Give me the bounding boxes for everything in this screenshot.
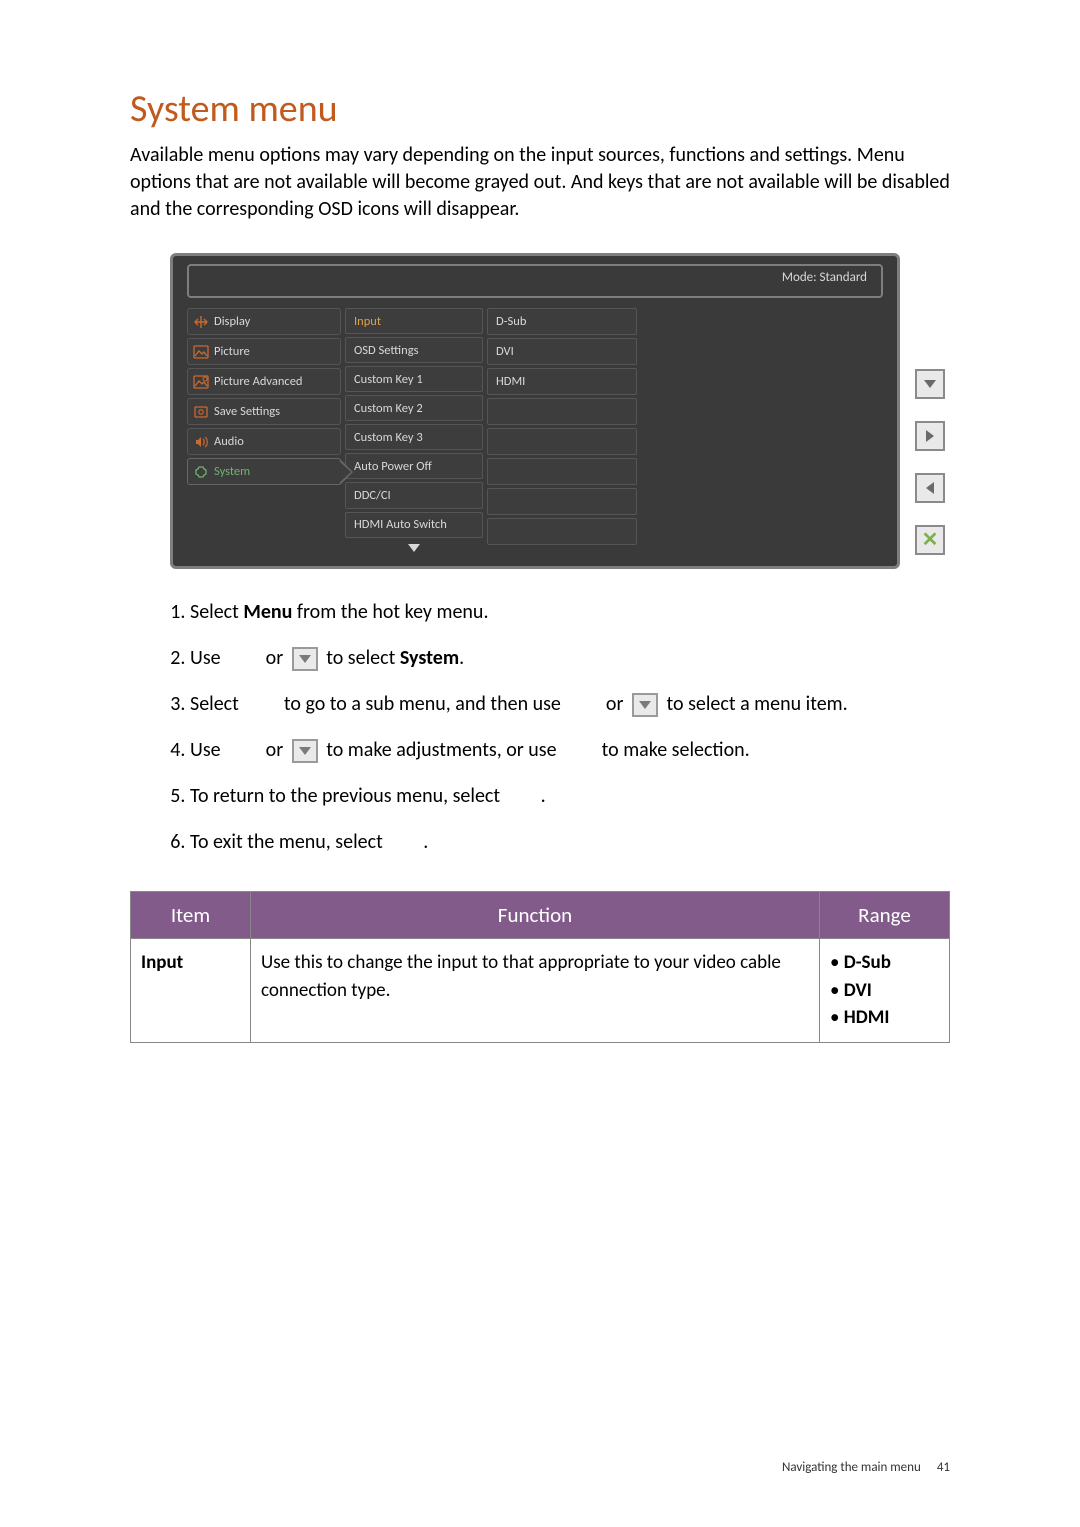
option-dvi[interactable]: DVI [487,338,637,365]
osd-side-buttons: ✕ [910,253,950,555]
tab-system[interactable]: System [187,458,341,485]
step-5: To return to the previous menu, select . [190,781,950,811]
th-item: Item [131,892,251,939]
step-6: To exit the menu, select . [190,827,950,857]
osd-options: D-Sub DVI HDMI . . . . . [487,308,637,556]
option-empty: . [487,398,637,425]
inline-down-icon [292,739,318,763]
intro-paragraph: Available menu options may vary dependin… [130,142,950,223]
spec-table: Item Function Range Input Use this to ch… [130,891,950,1043]
tab-label: Display [214,314,250,329]
page-footer: Navigating the main menu41 [782,1460,950,1475]
inline-down-icon [632,693,658,717]
nav-left-button[interactable] [915,473,945,503]
instruction-steps: Select Menu from the hot key menu. Use o… [190,597,950,857]
th-range: Range [820,892,950,939]
step-3: Select to go to a sub menu, and then use… [190,689,950,719]
system-icon [192,464,210,480]
picture-advanced-icon [192,374,210,390]
tab-audio[interactable]: Audio [187,428,341,455]
submenu-osd-settings[interactable]: OSD Settings [345,337,483,363]
osd-top-frame [187,264,883,298]
picture-icon [192,344,210,360]
submenu-ddc-ci[interactable]: DDC/CI [345,482,483,508]
option-empty: . [487,518,637,545]
save-settings-icon [192,404,210,420]
nav-right-button[interactable] [915,421,945,451]
cell-item: Input [131,939,251,1043]
nav-exit-button[interactable]: ✕ [915,525,945,555]
submenu-custom-key-3[interactable]: Custom Key 3 [345,424,483,450]
option-empty: . [487,428,637,455]
option-empty: . [487,488,637,515]
page-title: System menu [130,86,950,132]
submenu-custom-key-2[interactable]: Custom Key 2 [345,395,483,421]
audio-icon [192,434,210,450]
option-hdmi[interactable]: HDMI [487,368,637,395]
th-function: Function [251,892,820,939]
cell-function: Use this to change the input to that app… [251,939,820,1043]
display-icon [192,314,210,330]
submenu-auto-power-off[interactable]: Auto Power Off [345,453,483,479]
osd-submenu: Input OSD Settings Custom Key 1 Custom K… [345,308,483,556]
submenu-scroll-down-icon[interactable] [345,541,483,556]
nav-down-button[interactable] [915,369,945,399]
inline-down-icon [292,647,318,671]
tab-label: Picture [214,344,250,359]
option-d-sub[interactable]: D-Sub [487,308,637,335]
osd-preview-area [641,308,883,556]
tab-label: Save Settings [214,404,280,419]
tab-picture[interactable]: Picture [187,338,341,365]
table-row: Input Use this to change the input to th… [131,939,950,1043]
tab-display[interactable]: Display [187,308,341,335]
step-1: Select Menu from the hot key menu. [190,597,950,627]
tab-picture-advanced[interactable]: Picture Advanced [187,368,341,395]
step-4: Use or to make adjustments, or use to ma… [190,735,950,765]
osd-panel: Mode: Standard Display Picture [170,253,900,569]
osd-main-tabs: Display Picture Picture Advanced [187,308,341,556]
submenu-hdmi-auto-switch[interactable]: HDMI Auto Switch [345,512,483,538]
tab-label: Picture Advanced [214,374,303,389]
submenu-input[interactable]: Input [345,308,483,334]
step-2: Use or to select System. [190,643,950,673]
tab-label: System [214,464,250,479]
option-empty: . [487,458,637,485]
submenu-custom-key-1[interactable]: Custom Key 1 [345,366,483,392]
osd-mode-label: Mode: Standard [782,270,867,285]
tab-label: Audio [214,434,244,449]
tab-save-settings[interactable]: Save Settings [187,398,341,425]
cell-range: • D-Sub • DVI • HDMI [820,939,950,1043]
